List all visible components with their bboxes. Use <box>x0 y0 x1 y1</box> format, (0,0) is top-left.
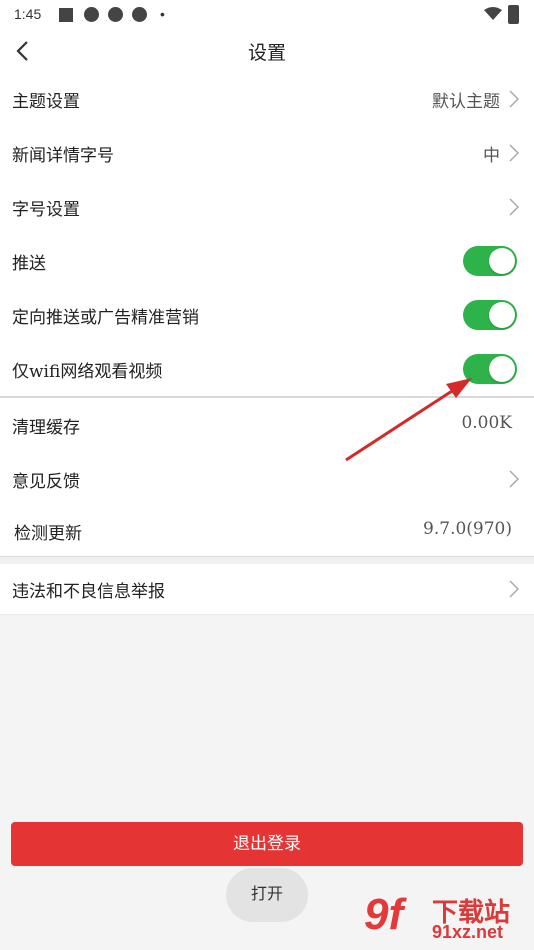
row-value: 默认主题 <box>432 92 500 112</box>
targeted-ads-toggle[interactable] <box>463 300 517 330</box>
row-label: 违法和不良信息举报 <box>12 582 165 602</box>
battery-icon <box>508 5 519 24</box>
logout-button[interactable]: 退出登录 <box>11 822 523 866</box>
row-label: 定向推送或广告精准营销 <box>12 308 199 328</box>
watermark-logo: 9f 下载站 91xz.net <box>362 890 532 948</box>
wifi-icon <box>484 7 502 20</box>
page-title: 设置 <box>247 42 286 64</box>
watermark-brand: 9f <box>364 890 404 939</box>
row-value: 中 <box>483 146 500 166</box>
settings-row-check-update[interactable]: 检测更新 9.7.0(970) <box>0 506 534 557</box>
notification-app-icon <box>84 7 99 22</box>
chevron-right-icon <box>509 144 520 162</box>
notification-app-icon <box>108 7 123 22</box>
settings-row-font-size[interactable]: 字号设置 <box>0 180 534 235</box>
row-label: 主题设置 <box>12 92 80 112</box>
chevron-right-icon <box>509 580 520 598</box>
settings-row-push: 推送 <box>0 234 534 289</box>
settings-row-clear-cache[interactable]: 清理缓存 0.00K <box>0 398 534 453</box>
chevron-right-icon <box>509 90 520 108</box>
cache-size-value: 0.00K <box>461 413 512 433</box>
notification-square-icon <box>59 8 73 22</box>
more-notifications-dot: • <box>160 6 165 22</box>
settings-row-wifi-video: 仅wifi网络观看视频 <box>0 342 534 397</box>
toggle-knob <box>489 356 515 382</box>
chevron-right-icon <box>509 470 520 488</box>
settings-row-report[interactable]: 违法和不良信息举报 <box>0 564 534 615</box>
nav-bar: 设置 <box>0 30 534 73</box>
open-toast[interactable]: 打开 <box>226 868 308 922</box>
row-label: 新闻详情字号 <box>12 146 114 166</box>
row-label: 仅wifi网络观看视频 <box>12 362 163 382</box>
version-value: 9.7.0(970) <box>423 519 512 539</box>
status-time: 1:45 <box>14 6 42 22</box>
watermark-url: 91xz.net <box>432 922 504 942</box>
status-bar: 1:45 • <box>0 0 534 30</box>
settings-row-theme[interactable]: 主题设置 默认主题 <box>0 72 534 127</box>
row-label: 推送 <box>12 254 46 274</box>
toggle-knob <box>489 302 515 328</box>
row-label: 清理缓存 <box>12 418 80 438</box>
row-label: 字号设置 <box>12 200 80 220</box>
row-label: 意见反馈 <box>12 472 80 492</box>
settings-row-targeted-ads: 定向推送或广告精准营销 <box>0 288 534 343</box>
settings-row-feedback[interactable]: 意见反馈 <box>0 452 534 507</box>
chevron-right-icon <box>509 198 520 216</box>
push-toggle[interactable] <box>463 246 517 276</box>
toggle-knob <box>489 248 515 274</box>
row-label: 检测更新 <box>14 524 82 544</box>
notification-app-icon <box>132 7 147 22</box>
wifi-video-toggle[interactable] <box>463 354 517 384</box>
settings-row-font-size-detail[interactable]: 新闻详情字号 中 <box>0 126 534 181</box>
